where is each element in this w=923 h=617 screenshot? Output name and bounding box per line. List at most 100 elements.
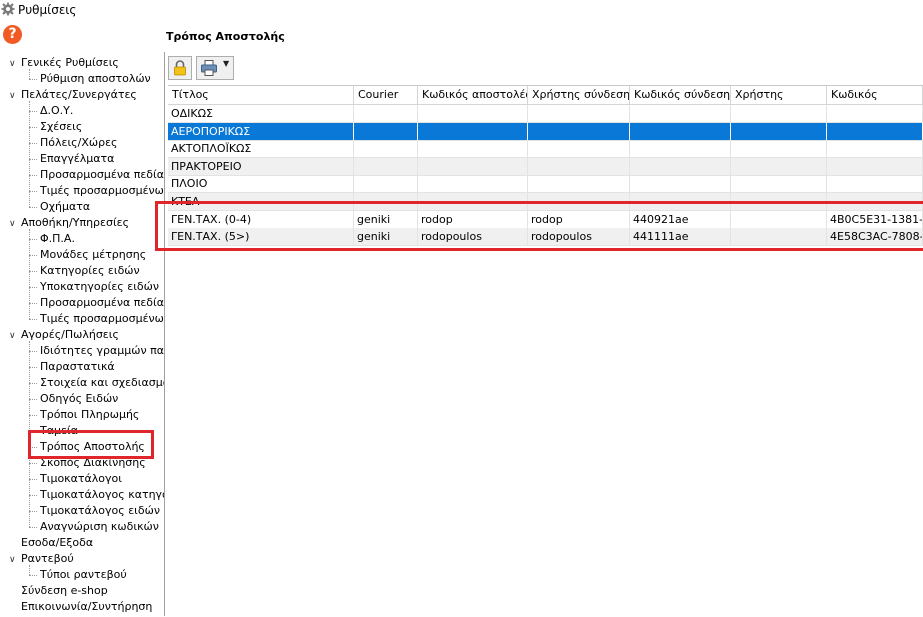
highlight-box-rows [155, 201, 923, 251]
chevron-down-icon[interactable]: ∨ [9, 56, 21, 72]
tree-item-label: Μονάδες μέτρησης [40, 248, 147, 261]
chevron-down-icon[interactable]: ∨ [9, 88, 21, 104]
tree-item-4[interactable]: Σχέσεις [40, 119, 82, 135]
tree-group-0[interactable]: ∨ Γενικές Ρυθμίσεις [9, 55, 119, 71]
table-cell[interactable] [630, 157, 731, 176]
tree-group-17[interactable]: ∨ Αγορές/Πωλήσεις [9, 327, 119, 343]
chevron-down-icon[interactable]: ▼ [223, 59, 229, 68]
tree-item-9[interactable]: Οχήματα [40, 199, 90, 215]
tree-item-12[interactable]: Μονάδες μέτρησης [40, 247, 146, 263]
table-cell[interactable]: ΠΛΟΙΟ [168, 175, 354, 194]
column-header[interactable]: Κωδικός [827, 86, 923, 104]
help-icon[interactable]: ? [3, 25, 22, 44]
tree-item-7[interactable]: Προσαρμοσμένα πεδία [40, 167, 164, 183]
tree-item-label: Υποκατηγορίες ειδών [40, 280, 159, 293]
tree-group-30[interactable]: Εσοδα/Εξοδα [9, 535, 93, 551]
table-cell[interactable]: ΟΔΙΚΩΣ [168, 105, 354, 123]
tree-item-3[interactable]: Δ.Ο.Υ. [40, 103, 73, 119]
tree-item-32[interactable]: Τύποι ραντεβού [40, 567, 127, 583]
table-cell[interactable] [630, 175, 731, 194]
tree-connector [29, 271, 37, 272]
settings-tree[interactable]: ∨ Γενικές Ρυθμίσεις Ρύθμιση αποστολών ∨ Πελά… [0, 52, 165, 616]
table-cell[interactable]: ΑΚΤΟΠΛΟΪΚΩΣ [168, 140, 354, 159]
tree-item-5[interactable]: Πόλεις/Χώρες [40, 135, 117, 151]
table-row[interactable]: ΠΛΟΙΟ [168, 175, 923, 194]
table-cell[interactable] [827, 105, 923, 123]
tree-group-34[interactable]: Επικοινωνία/Συντήρηση [9, 599, 152, 615]
print-button[interactable]: ▼ [196, 56, 234, 80]
tree-item-label: Πόλεις/Χώρες [40, 136, 118, 149]
table-cell[interactable] [827, 140, 923, 159]
column-header[interactable]: Κωδικός σύνδεσης [630, 86, 731, 104]
chevron-down-icon[interactable]: ∨ [9, 552, 21, 568]
table-cell[interactable] [731, 105, 827, 123]
table-cell[interactable] [731, 140, 827, 159]
tree-item-28[interactable]: Τιμοκατάλογος ειδών [40, 503, 160, 519]
table-row[interactable]: ΑΕΡΟΠΟΡΙΚΩΣ [168, 122, 923, 141]
table-cell[interactable] [418, 140, 528, 159]
table-cell[interactable] [354, 122, 418, 141]
tree-item-26[interactable]: Τιμοκατάλογοι [40, 471, 122, 487]
gear-icon [1, 2, 15, 16]
table-cell[interactable] [528, 105, 630, 123]
table-cell[interactable] [528, 140, 630, 159]
tree-connector [29, 287, 37, 288]
tree-group-31[interactable]: ∨ Ραντεβού [9, 551, 74, 567]
tree-item-29[interactable]: Αναγνώριση κωδικών [40, 519, 159, 535]
tree-item-22[interactable]: Τρόποι Πληρωμής [40, 407, 139, 423]
tree-item-21[interactable]: Οδηγός Ειδών [40, 391, 118, 407]
table-cell[interactable] [528, 157, 630, 176]
tree-item-1[interactable]: Ρύθμιση αποστολών [40, 71, 151, 87]
table-cell[interactable] [418, 175, 528, 194]
column-header[interactable]: Τίτλος [168, 86, 354, 104]
tree-connector [29, 175, 37, 176]
chevron-down-icon[interactable]: ∨ [9, 328, 21, 344]
tree-item-15[interactable]: Προσαρμοσμένα πεδία [40, 295, 164, 311]
tree-item-20[interactable]: Στοιχεία και σχεδιασμός [40, 375, 164, 391]
tree-connector [29, 229, 30, 319]
tree-item-16[interactable]: Τιμές προσαρμοσμένων [40, 311, 164, 327]
table-cell[interactable] [731, 122, 827, 141]
tree-item-14[interactable]: Υποκατηγορίες ειδών [40, 279, 159, 295]
table-row[interactable]: ΑΚΤΟΠΛΟΪΚΩΣ [168, 140, 923, 159]
tree-item-8[interactable]: Τιμές προσαρμοσμένων [40, 183, 164, 199]
table-row[interactable]: ΠΡΑΚΤΟΡΕΙΟ [168, 157, 923, 176]
chevron-down-icon[interactable]: ∨ [9, 216, 21, 232]
column-header[interactable]: Κωδικός αποστολέα [418, 86, 528, 104]
column-header[interactable]: Χρήστης [731, 86, 827, 104]
table-cell[interactable] [630, 140, 731, 159]
tree-item-19[interactable]: Παραστατικά [40, 359, 115, 375]
table-cell[interactable] [528, 122, 630, 141]
tree-item-label: Κατηγορίες ειδών [40, 264, 140, 277]
table-cell[interactable] [528, 175, 630, 194]
tree-item-11[interactable]: Φ.Π.Α. [40, 231, 75, 247]
table-cell[interactable] [354, 140, 418, 159]
table-cell[interactable] [418, 122, 528, 141]
table-cell[interactable] [354, 175, 418, 194]
table-cell[interactable] [731, 175, 827, 194]
tree-item-6[interactable]: Επαγγέλματα [40, 151, 114, 167]
table-cell[interactable] [354, 105, 418, 123]
lock-button[interactable] [168, 56, 192, 80]
tree-connector [29, 575, 37, 576]
table-row[interactable]: ΟΔΙΚΩΣ [168, 105, 923, 123]
table-cell[interactable] [418, 105, 528, 123]
table-cell[interactable] [731, 157, 827, 176]
table-cell[interactable] [827, 122, 923, 141]
tree-group-10[interactable]: ∨ Αποθήκη/Υπηρεσίες [9, 215, 129, 231]
column-header[interactable]: Courier [354, 86, 418, 104]
table-cell[interactable] [354, 157, 418, 176]
table-cell[interactable] [827, 157, 923, 176]
table-cell[interactable]: ΑΕΡΟΠΟΡΙΚΩΣ [168, 122, 354, 141]
table-cell[interactable] [630, 122, 731, 141]
table-cell[interactable]: ΠΡΑΚΤΟΡΕΙΟ [168, 157, 354, 176]
column-header[interactable]: Χρήστης σύνδεσης [528, 86, 630, 104]
tree-item-27[interactable]: Τιμοκατάλογος κατηγορ [40, 487, 164, 503]
tree-connector [29, 101, 30, 207]
tree-item-18[interactable]: Ιδιότητες γραμμών παρ [40, 343, 164, 359]
table-cell[interactable] [630, 105, 731, 123]
table-cell[interactable] [418, 157, 528, 176]
tree-group-33[interactable]: Σύνδεση e-shop [9, 583, 108, 599]
tree-item-13[interactable]: Κατηγορίες ειδών [40, 263, 140, 279]
table-cell[interactable] [827, 175, 923, 194]
